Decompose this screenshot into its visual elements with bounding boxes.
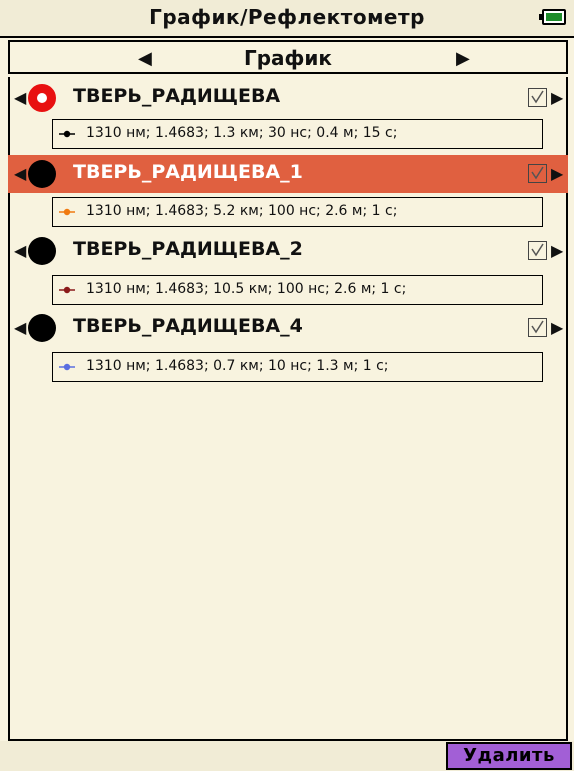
trace-params-text: 1310 нм; 1.4683; 0.7 км; 10 нс; 1.3 м; 1… bbox=[86, 358, 389, 374]
trace-params-box: 1310 нм; 1.4683; 0.7 км; 10 нс; 1.3 м; 1… bbox=[52, 352, 543, 382]
row-next-arrow-icon[interactable]: ▶ bbox=[551, 88, 563, 107]
trace-visible-checkbox[interactable] bbox=[528, 88, 547, 107]
row-prev-arrow-icon[interactable]: ◀ bbox=[14, 88, 26, 107]
page-title: График/Рефлектометр bbox=[149, 5, 425, 29]
trace-status-dot-icon[interactable] bbox=[28, 160, 56, 188]
trace-row[interactable]: ◀ ТВЕРЬ_РАДИЩЕВА_2 ▶ bbox=[8, 232, 568, 270]
trace-visible-checkbox[interactable] bbox=[528, 318, 547, 337]
trace-marker-icon bbox=[59, 130, 75, 138]
trace-marker-icon bbox=[59, 363, 75, 371]
battery-icon bbox=[539, 9, 566, 25]
view-selector: ◀ График ▶ bbox=[8, 40, 568, 74]
trace-params-text: 1310 нм; 1.4683; 5.2 км; 100 нс; 2.6 м; … bbox=[86, 203, 398, 219]
checkmark-icon bbox=[531, 243, 544, 257]
trace-params-box: 1310 нм; 1.4683; 1.3 км; 30 нс; 0.4 м; 1… bbox=[52, 119, 543, 149]
checkmark-icon bbox=[531, 166, 544, 180]
row-next-arrow-icon[interactable]: ▶ bbox=[551, 318, 563, 337]
row-prev-arrow-icon[interactable]: ◀ bbox=[14, 241, 26, 260]
trace-marker-icon bbox=[59, 208, 75, 216]
trace-visible-checkbox[interactable] bbox=[528, 164, 547, 183]
trace-status-dot-icon[interactable] bbox=[28, 314, 56, 342]
trace-name: ТВЕРЬ_РАДИЩЕВА_1 bbox=[73, 161, 303, 183]
trace-name: ТВЕРЬ_РАДИЩЕВА_2 bbox=[73, 238, 303, 260]
view-label: График bbox=[244, 46, 332, 70]
trace-status-dot-icon[interactable] bbox=[28, 237, 56, 265]
trace-params-text: 1310 нм; 1.4683; 10.5 км; 100 нс; 2.6 м;… bbox=[86, 281, 407, 297]
trace-visible-checkbox[interactable] bbox=[528, 241, 547, 260]
trace-row[interactable]: ◀ ТВЕРЬ_РАДИЩЕВА_4 ▶ bbox=[8, 309, 568, 347]
trace-marker-icon bbox=[59, 286, 75, 294]
trace-row[interactable]: ◀ ТВЕРЬ_РАДИЩЕВА ▶ bbox=[8, 79, 568, 117]
row-prev-arrow-icon[interactable]: ◀ bbox=[14, 318, 26, 337]
trace-name: ТВЕРЬ_РАДИЩЕВА bbox=[73, 85, 281, 107]
trace-status-dot-icon[interactable] bbox=[28, 84, 56, 112]
row-next-arrow-icon[interactable]: ▶ bbox=[551, 164, 563, 183]
trace-name: ТВЕРЬ_РАДИЩЕВА_4 bbox=[73, 315, 303, 337]
nav-next-arrow-icon[interactable]: ▶ bbox=[456, 48, 470, 69]
delete-button[interactable]: Удалить bbox=[446, 742, 572, 770]
checkmark-icon bbox=[531, 320, 544, 334]
trace-params-box: 1310 нм; 1.4683; 5.2 км; 100 нс; 2.6 м; … bbox=[52, 197, 543, 227]
title-bar: График/Рефлектометр bbox=[0, 0, 574, 38]
trace-params-text: 1310 нм; 1.4683; 1.3 км; 30 нс; 0.4 м; 1… bbox=[86, 125, 398, 141]
trace-params-box: 1310 нм; 1.4683; 10.5 км; 100 нс; 2.6 м;… bbox=[52, 275, 543, 305]
row-next-arrow-icon[interactable]: ▶ bbox=[551, 241, 563, 260]
row-prev-arrow-icon[interactable]: ◀ bbox=[14, 164, 26, 183]
trace-row[interactable]: ◀ ТВЕРЬ_РАДИЩЕВА_1 ▶ bbox=[8, 155, 568, 193]
checkmark-icon bbox=[531, 90, 544, 104]
